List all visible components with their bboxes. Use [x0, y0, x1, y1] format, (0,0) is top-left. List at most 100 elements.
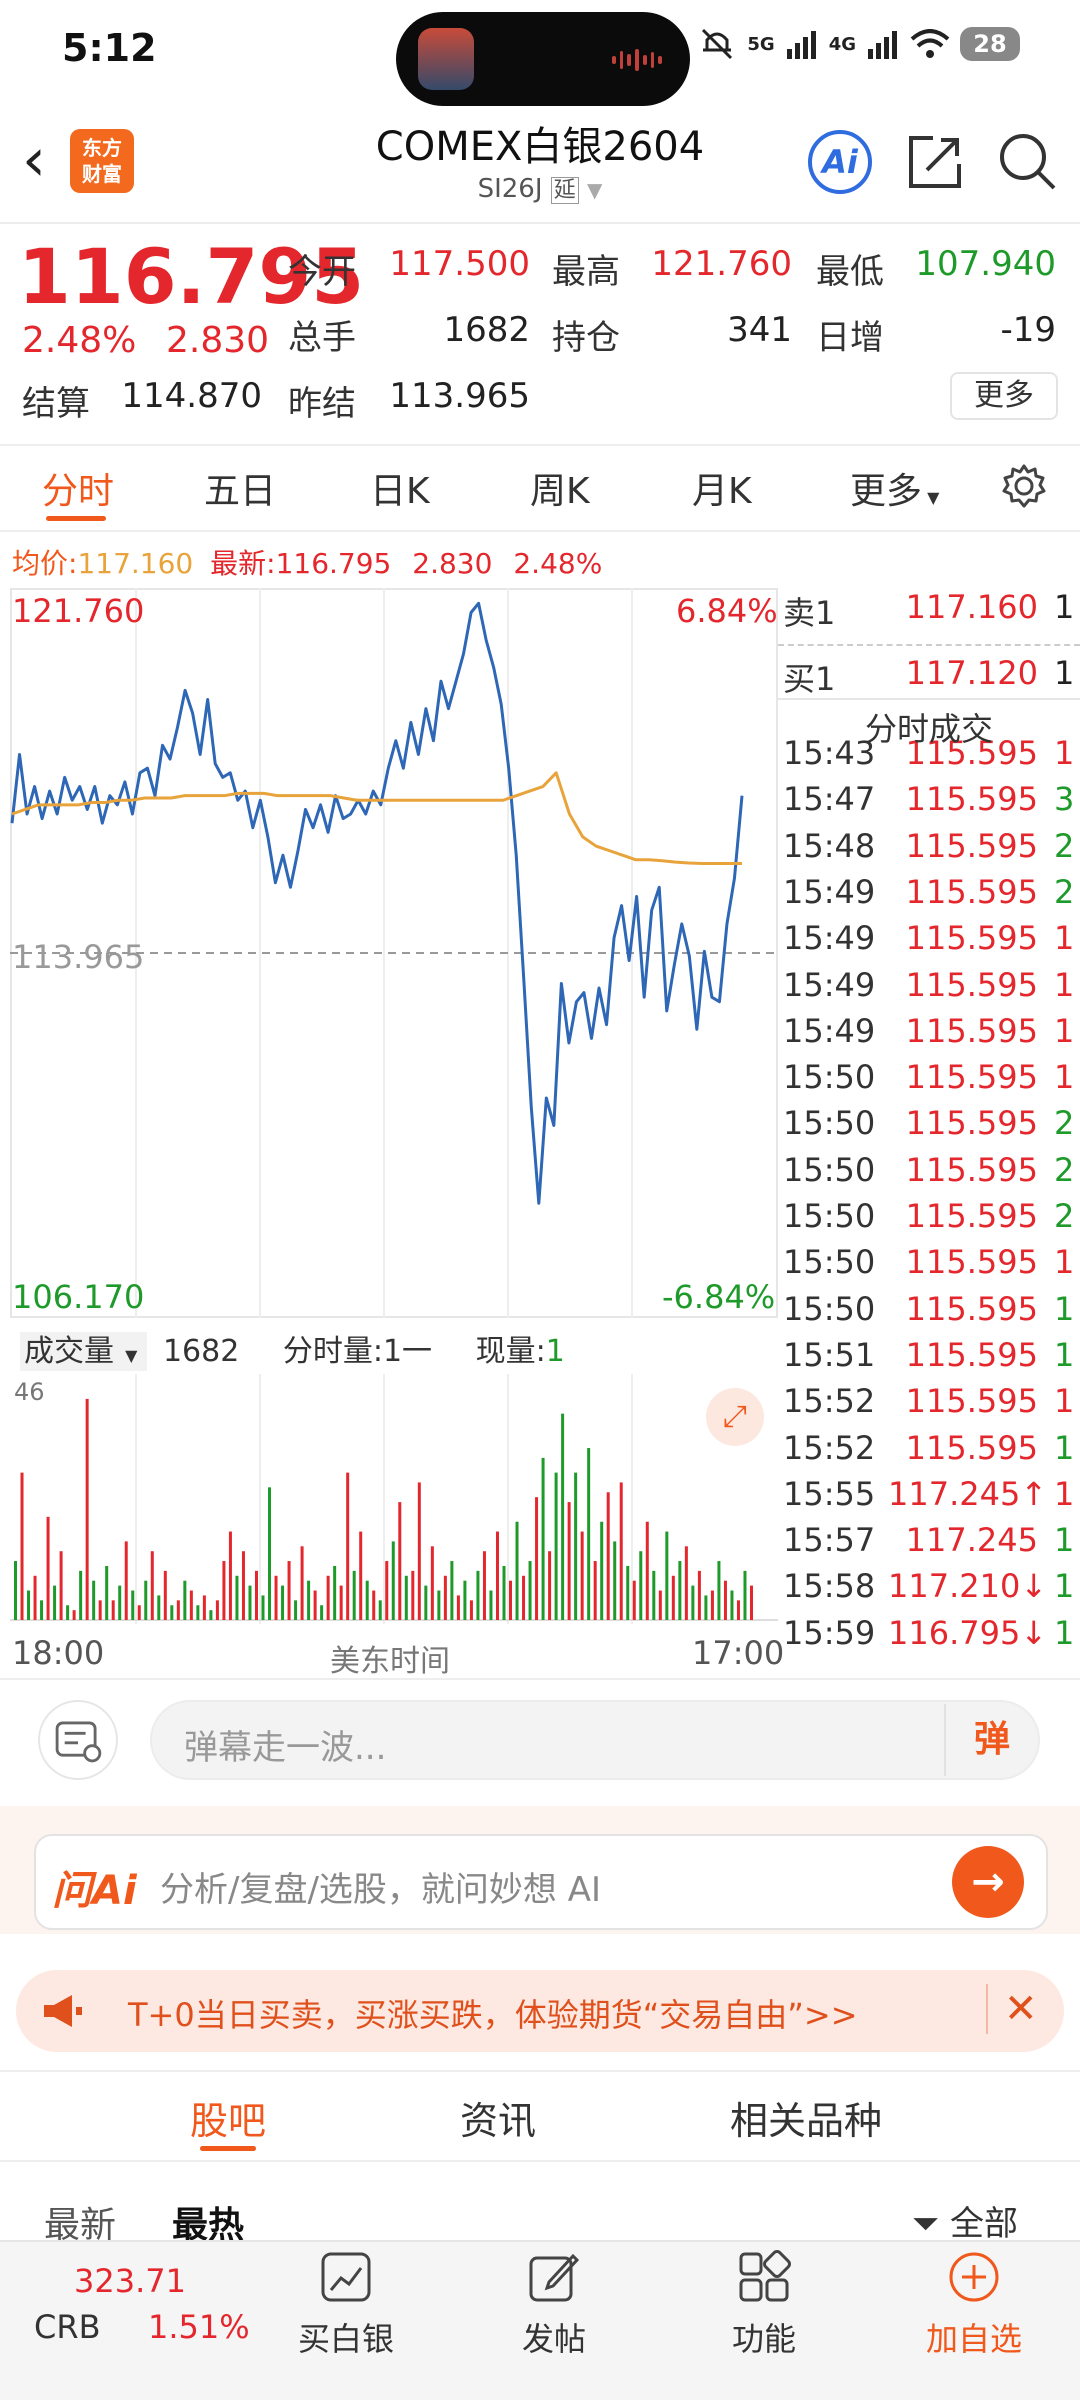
tick-volume: 1 [1054, 1289, 1075, 1328]
tab-five-day[interactable]: 五日 [204, 462, 276, 514]
tab-news[interactable]: 资讯 [460, 2090, 536, 2145]
tick-price-value: 115.595 [905, 872, 1038, 911]
tab-daily-k[interactable]: 日K [370, 462, 430, 514]
volume-bar [443, 1575, 447, 1620]
danmaku-settings-icon[interactable] [38, 1700, 118, 1780]
ask-1-price: 117.160 [905, 588, 1038, 626]
tick-volume: 1 [1054, 965, 1075, 1004]
more-quote-button[interactable]: 更多 [950, 372, 1058, 420]
filter-icon: ⏷ [912, 2204, 940, 2244]
expand-icon[interactable]: ⤢ [706, 1388, 764, 1446]
volume-bar [437, 1590, 441, 1620]
ask-ai-submit-arrow-icon[interactable]: → [952, 1846, 1024, 1918]
ask-1-vol: 1 [1054, 588, 1075, 626]
tick-time: 15:50 [783, 1058, 876, 1097]
volume-bar [697, 1570, 701, 1620]
bid-1-price: 117.120 [905, 654, 1038, 692]
volume-bar [254, 1570, 258, 1620]
tick-price-value: 116.795 [888, 1613, 1021, 1652]
filter-label: 全部 [950, 2204, 1019, 2244]
buy-silver-label: 买白银 [297, 2320, 394, 2358]
search-icon[interactable] [996, 130, 1058, 192]
ai-assistant-button[interactable]: Ai [808, 130, 872, 194]
volume-bar [372, 1590, 376, 1620]
tab-guba[interactable]: 股吧 [190, 2090, 266, 2145]
volume-bar [118, 1585, 122, 1620]
chevron-down-icon: ▼ [120, 1346, 138, 1365]
divider [0, 444, 1080, 446]
volume-bar [658, 1590, 662, 1620]
tab-more[interactable]: 更多 ▼ [850, 462, 939, 514]
tick-price: 115.595 [888, 1382, 1038, 1420]
tab-related[interactable]: 相关品种 [730, 2090, 882, 2145]
high-value: 121.760 [651, 244, 792, 284]
tab-more-label: 更多 [850, 471, 923, 512]
buy-silver-button[interactable]: 买白银 [276, 2250, 416, 2360]
tab-weekly-k[interactable]: 周K [530, 462, 590, 514]
tick-direction-arrow: ↓ [1020, 1613, 1048, 1652]
tick-price-value: 115.595 [905, 1011, 1038, 1050]
current-volume-label: 现量: [475, 1334, 546, 1369]
tick-trades-panel[interactable]: 卖1 117.160 1 买1 117.120 1 15:43 115.595 1 1… [778, 588, 1080, 1678]
volume-bar [33, 1575, 37, 1620]
dynamic-island[interactable] [396, 12, 690, 106]
volume-bar [131, 1590, 135, 1620]
divider [0, 1678, 1080, 1680]
tick-time: 15:50 [783, 1289, 876, 1328]
order-book-divider [778, 644, 1080, 646]
tick-time: 15:58 [783, 1567, 876, 1606]
tick-price: 115.595 [888, 1012, 1038, 1050]
volume-bar [645, 1521, 649, 1620]
tick-price-value: 115.595 [905, 1058, 1038, 1097]
volume-bar [248, 1585, 252, 1620]
tick-price-value: 115.595 [905, 1335, 1038, 1374]
volume-chart[interactable] [10, 1374, 778, 1624]
volume-header[interactable]: 成交量 ▼ 1682 分时量:1一 现量:1 [20, 1326, 571, 1371]
volume-bar [619, 1482, 623, 1620]
tick-price: 117.210↓ [888, 1567, 1047, 1605]
volume-bar [411, 1570, 415, 1620]
promo-text[interactable]: T+0当日买卖，买涨买跌，体验期货“交易自由”>> [128, 1990, 858, 2036]
volume-bar [144, 1580, 148, 1620]
volume-bar [157, 1595, 161, 1620]
volume-bar [14, 1561, 17, 1620]
volume-indicator-select[interactable]: 成交量 ▼ [20, 1332, 148, 1371]
live-video-thumbnail[interactable] [418, 28, 474, 90]
pct-axis-bottom-label: -6.84% [662, 1278, 776, 1316]
tick-row: 15:48 115.595 2 [778, 827, 1080, 873]
settings-gear-icon[interactable] [1000, 462, 1048, 510]
volume-bar [111, 1600, 115, 1620]
close-icon[interactable]: ✕ [986, 1984, 1038, 2034]
latest-price-label: 最新: [210, 547, 276, 580]
tick-price-value: 115.595 [905, 965, 1038, 1004]
prev-settle-value: 113.965 [389, 376, 530, 416]
add-watchlist-button[interactable]: 加自选 [904, 2250, 1044, 2360]
tick-price: 115.595 [888, 966, 1038, 1004]
volume-bar [359, 1531, 363, 1620]
tick-price: 115.595 [888, 1058, 1038, 1096]
volume-bar [639, 1551, 643, 1620]
change-percent: 2.48% [22, 320, 137, 361]
tab-intraday[interactable]: 分时 [42, 462, 114, 514]
danmaku-send-button[interactable]: 弹 [944, 1704, 1038, 1776]
ask-ai-logo: 问Ai [52, 1868, 137, 1914]
volume-bar [723, 1580, 727, 1620]
tab-monthly-k[interactable]: 月K [692, 462, 752, 514]
tick-price-value: 115.595 [905, 919, 1038, 958]
tick-row: 15:58 117.210↓ 1 [778, 1567, 1080, 1613]
filter-button[interactable]: ⏷ 全部 [912, 2196, 1018, 2245]
divider [0, 2160, 1080, 2162]
share-icon[interactable] [905, 132, 965, 192]
mute-icon [702, 28, 733, 60]
tick-price-value: 115.595 [905, 1104, 1038, 1143]
volume-bar [522, 1575, 526, 1620]
volume-bar [124, 1541, 128, 1620]
volume-bar [450, 1561, 454, 1620]
functions-button[interactable]: 功能 [694, 2250, 834, 2360]
tick-volume: 1 [1054, 1474, 1075, 1513]
post-button[interactable]: 发帖 [484, 2250, 624, 2360]
volume-bar [183, 1580, 187, 1620]
volume-bar [235, 1575, 239, 1620]
volume-bar [209, 1610, 213, 1620]
tick-price: 115.595 [888, 1197, 1038, 1235]
